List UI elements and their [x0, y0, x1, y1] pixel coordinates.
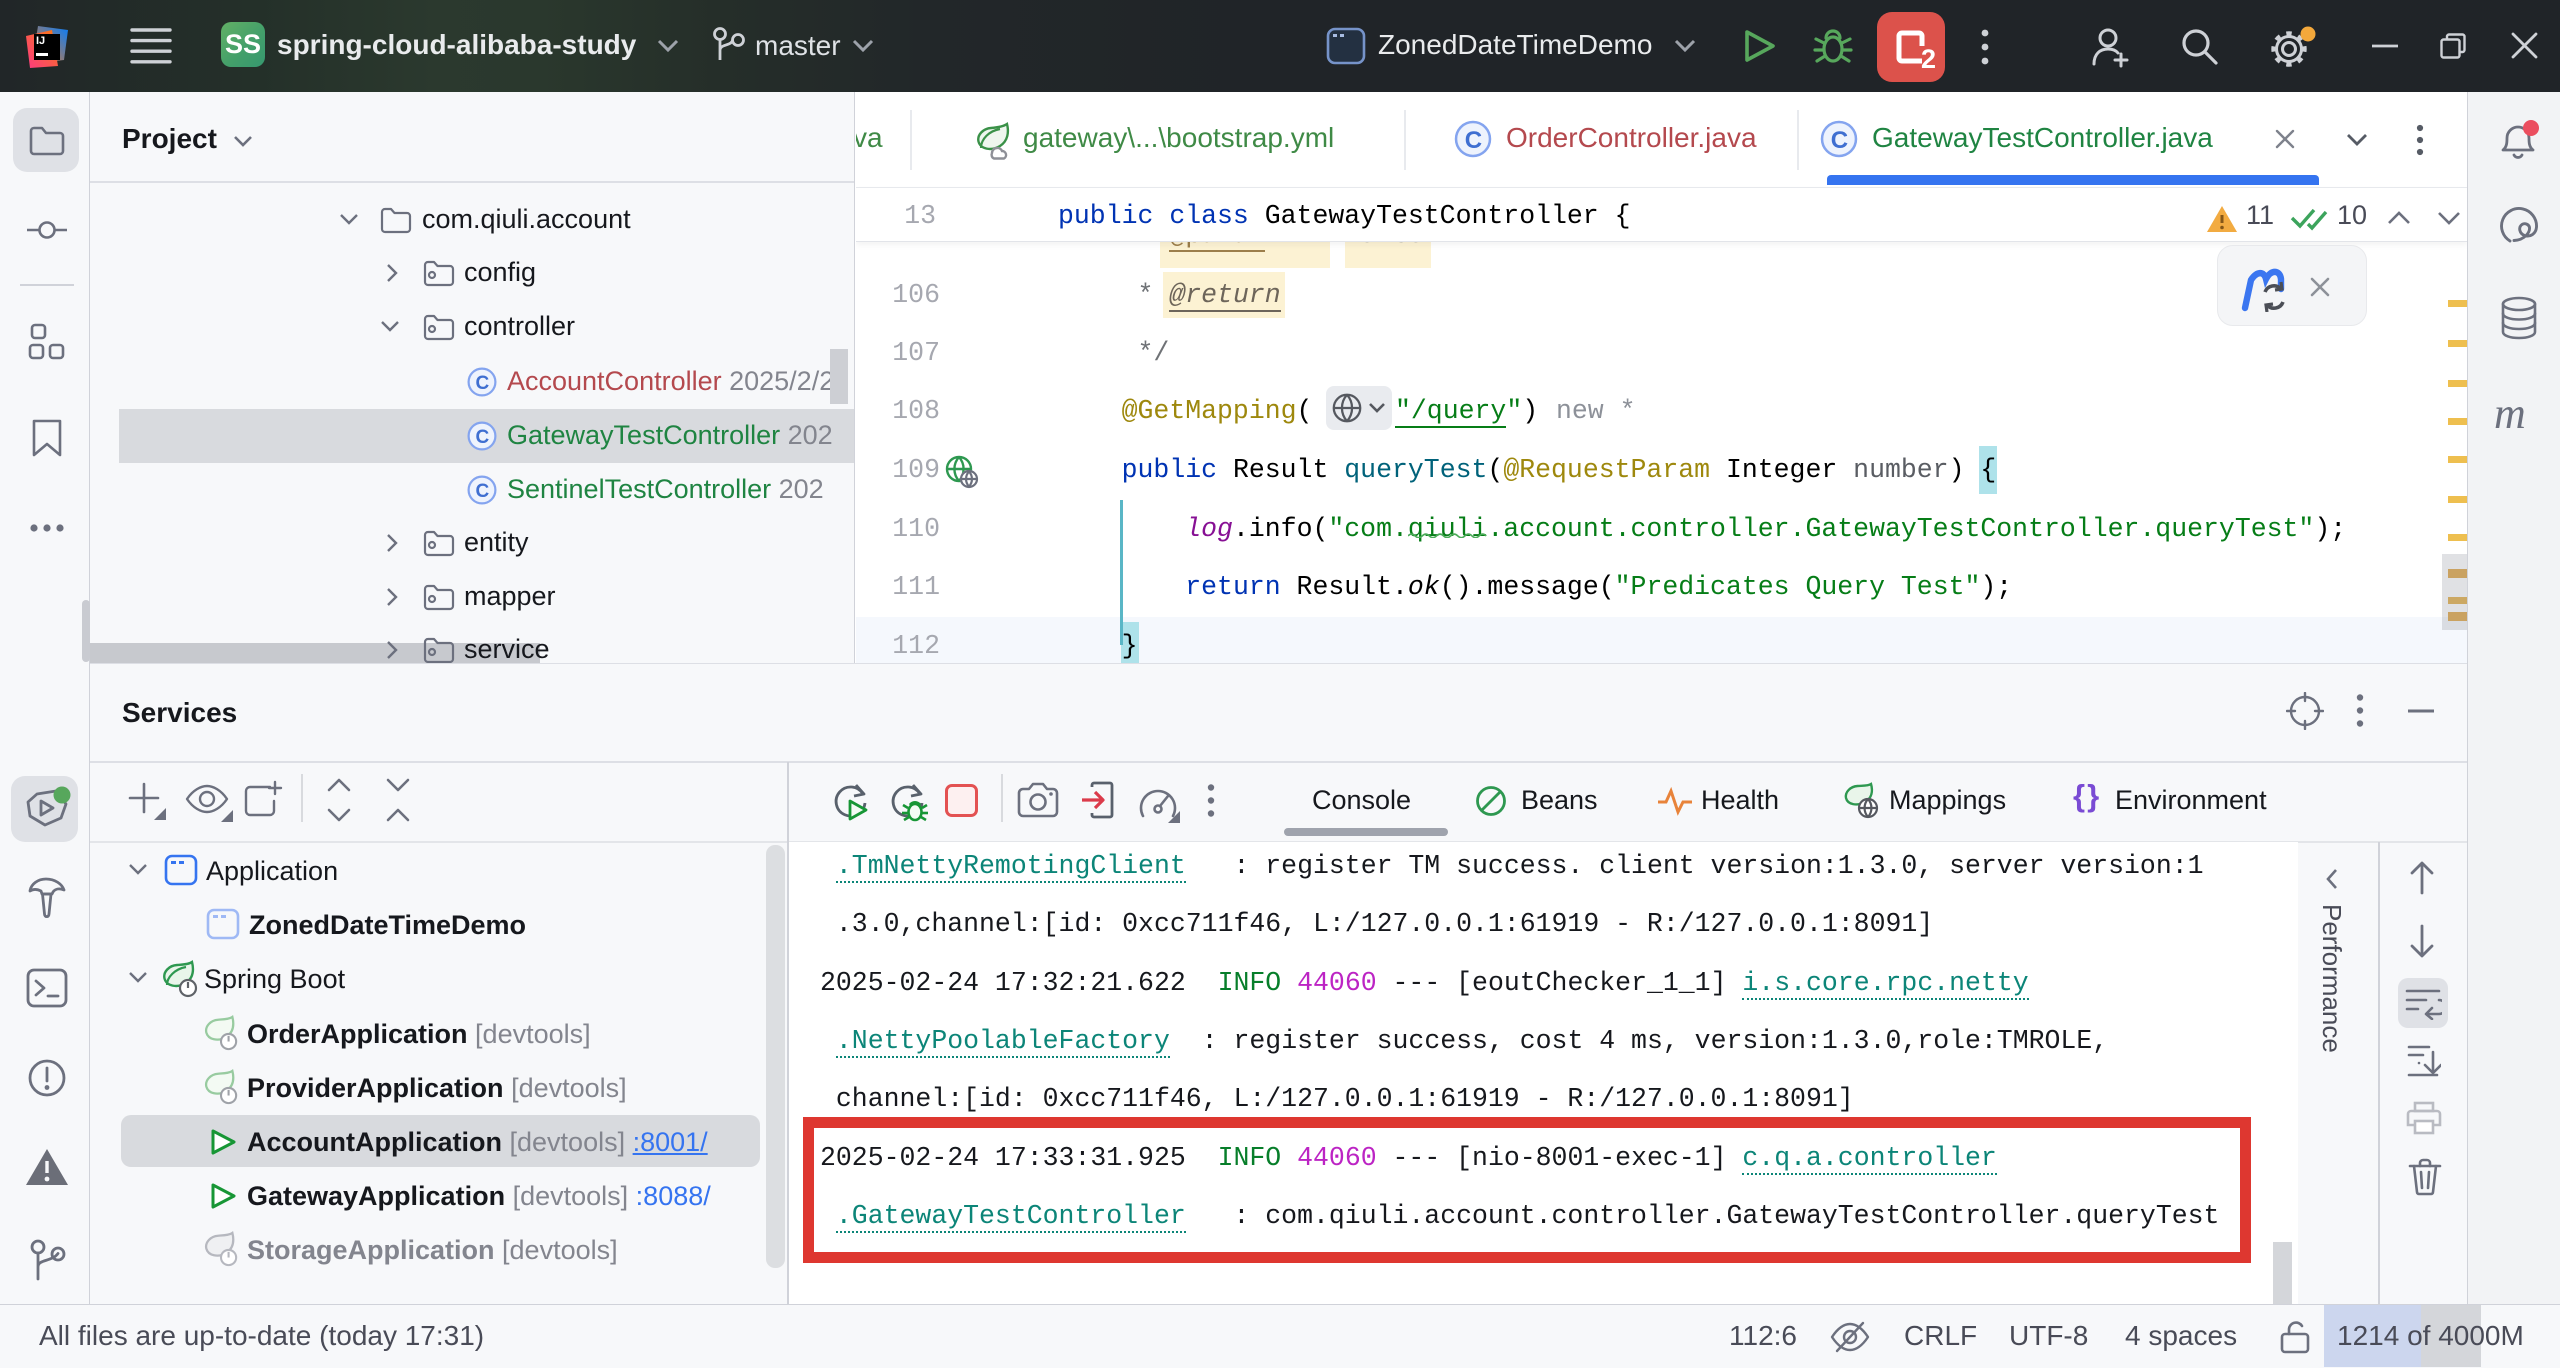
svg-text:C: C — [1465, 127, 1482, 154]
svg-text:C: C — [476, 481, 490, 502]
svg-text:C: C — [476, 373, 490, 394]
svg-text:C: C — [1831, 127, 1848, 154]
svg-text:C: C — [476, 427, 490, 448]
svg-text:2: 2 — [1921, 44, 1936, 68]
svg-text:IJ: IJ — [36, 35, 45, 47]
